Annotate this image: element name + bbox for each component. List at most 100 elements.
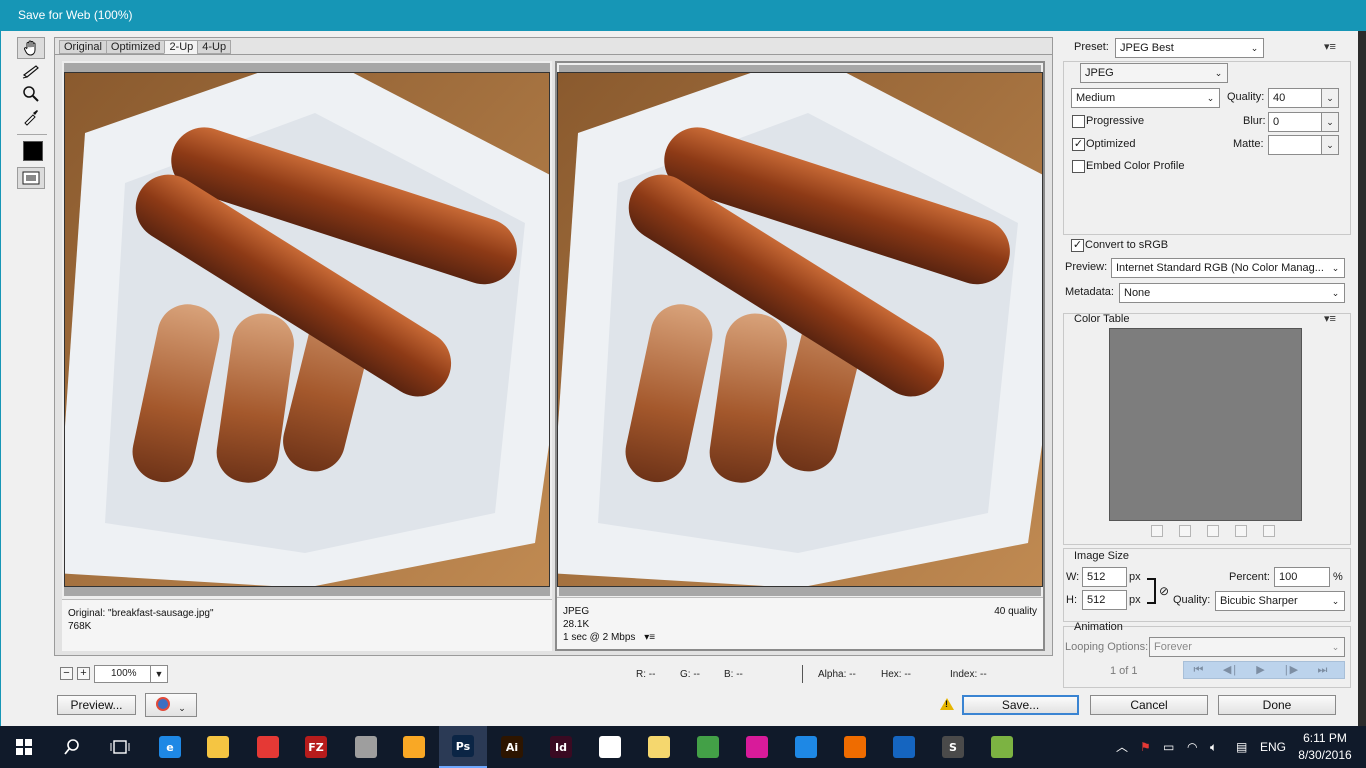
notification-icon[interactable]: ▤ [1236, 726, 1247, 768]
tray-chevron-icon[interactable]: ︿ [1116, 726, 1128, 768]
taskbar-item-edge[interactable]: e [146, 726, 194, 768]
taskbar-item-photo-viewer[interactable] [342, 726, 390, 768]
tab-4-up[interactable]: 4-Up [197, 40, 232, 54]
taskbar-item-trello[interactable] [782, 726, 830, 768]
quality-field[interactable]: 40 ⌄ [1268, 88, 1339, 108]
preview-button[interactable]: Preview... [57, 695, 136, 715]
web-shift-icon[interactable] [1179, 525, 1191, 537]
tab-optimized[interactable]: Optimized [105, 40, 166, 54]
resample-quality-value: Bicubic Sharper [1220, 595, 1298, 607]
color-table-menu-icon[interactable]: ▾≡ [1324, 312, 1336, 325]
toggle-slices-icon[interactable] [17, 167, 45, 189]
compression-select[interactable]: Medium ⌄ [1071, 88, 1220, 108]
blur-field[interactable]: 0 ⌄ [1268, 112, 1339, 132]
preview-profile-value: Internet Standard RGB (No Color Manag... [1116, 262, 1324, 274]
zoom-out-button[interactable]: − [60, 667, 73, 680]
done-button[interactable]: Done [1218, 695, 1336, 715]
first-frame-icon[interactable]: ⏮ [1184, 662, 1215, 678]
color-table[interactable] [1109, 328, 1302, 521]
new-color-icon[interactable] [1235, 525, 1247, 537]
upload-icon [697, 736, 719, 758]
cancel-button[interactable]: Cancel [1090, 695, 1208, 715]
clock[interactable]: 6:11 PM 8/30/2016 [1290, 730, 1360, 764]
taskbar-item-photoshop[interactable]: Ps [439, 726, 487, 768]
download-speed-menu-icon[interactable]: ▾≡ [644, 632, 655, 643]
zoom-in-button[interactable]: + [77, 667, 90, 680]
matte-field[interactable]: ⌄ [1268, 135, 1339, 155]
taskbar-item-start[interactable] [0, 726, 48, 768]
taskbar-item-file-explorer[interactable] [194, 726, 242, 768]
last-frame-icon[interactable]: ⏭ [1308, 662, 1339, 678]
taskbar-item-firefox[interactable] [831, 726, 879, 768]
original-info: Original: "breakfast-sausage.jpg" 768K [62, 599, 552, 651]
width-input[interactable]: 512 [1082, 567, 1127, 587]
chevron-down-icon[interactable]: ⌄ [1321, 89, 1338, 107]
acrobat-tray-icon[interactable]: ⚑ [1140, 726, 1151, 768]
map-color-transparent-icon[interactable] [1151, 525, 1163, 537]
taskbar-item-task-view[interactable] [96, 726, 144, 768]
zoom-level-select[interactable]: 100% ▼ [94, 665, 168, 683]
browser-preview-button[interactable]: ⌄ [145, 693, 197, 717]
wifi-icon[interactable]: ◠ [1187, 726, 1197, 768]
link-icon[interactable]: ⊘ [1159, 584, 1169, 598]
taskbar-item-paint[interactable] [390, 726, 438, 768]
taskbar-item-folder[interactable] [635, 726, 683, 768]
lock-icon[interactable] [1207, 525, 1219, 537]
taskbar-item-illustrator[interactable]: Ai [488, 726, 536, 768]
height-input[interactable]: 512 [1082, 590, 1127, 610]
taskbar-item-sticky-notes[interactable] [586, 726, 634, 768]
taskbar-item-app-pink[interactable] [733, 726, 781, 768]
next-frame-icon[interactable]: |▶ [1277, 662, 1308, 678]
taskbar-item-search[interactable] [48, 726, 96, 768]
taskbar-item-chrome[interactable] [244, 726, 292, 768]
save-button[interactable]: Save... [962, 695, 1079, 715]
width-unit: px [1129, 571, 1141, 583]
original-pane[interactable]: Original: "breakfast-sausage.jpg" 768K [62, 61, 552, 651]
volume-icon[interactable]: 🔈︎ [1210, 726, 1217, 768]
language-indicator[interactable]: ENG [1260, 726, 1286, 768]
zoom-bar: − + 100% ▼ R: -- G: -- B: -- Alpha: -- H… [56, 665, 1053, 685]
chevron-down-icon[interactable]: ⌄ [1321, 113, 1338, 131]
battery-icon[interactable]: ▭ [1163, 726, 1174, 768]
resample-quality-select[interactable]: Bicubic Sharper ⌄ [1215, 591, 1345, 611]
optimized-checkbox[interactable]: ✓ [1072, 138, 1085, 151]
optimized-info: JPEG 28.1K 1 sec @ 2 Mbps ▾≡ 40 quality [557, 597, 1043, 649]
eyedropper-color-swatch[interactable] [23, 141, 43, 161]
embed-profile-checkbox[interactable] [1072, 160, 1085, 173]
hand-tool-icon[interactable] [17, 37, 45, 59]
preset-select[interactable]: JPEG Best ⌄ [1115, 38, 1264, 58]
tab-2-up[interactable]: 2-Up [164, 40, 199, 54]
zoom-tool-icon[interactable] [17, 83, 45, 105]
taskbar-item-clover[interactable] [978, 726, 1026, 768]
blur-label: Blur: [1243, 115, 1266, 127]
progressive-checkbox[interactable] [1072, 115, 1085, 128]
eyedropper-tool-icon[interactable] [17, 106, 45, 128]
image-size-title: Image Size [1074, 550, 1130, 562]
prev-frame-icon[interactable]: ◀| [1215, 662, 1246, 678]
taskbar-item-indesign[interactable]: Id [537, 726, 585, 768]
tab-original[interactable]: Original [59, 40, 107, 54]
optimize-menu-icon[interactable]: ▾≡ [1324, 40, 1336, 53]
taskbar-item-upload[interactable] [684, 726, 732, 768]
preview-profile-select[interactable]: Internet Standard RGB (No Color Manag...… [1111, 258, 1345, 278]
looping-select[interactable]: Forever ⌄ [1149, 637, 1345, 657]
height-unit: px [1129, 594, 1141, 606]
readout-alpha: Alpha: -- [818, 669, 856, 680]
percent-unit: % [1333, 571, 1343, 583]
percent-input[interactable]: 100 [1274, 567, 1330, 587]
optimized-image[interactable] [557, 72, 1043, 587]
slice-select-tool-icon[interactable] [17, 60, 45, 82]
original-image[interactable] [64, 72, 550, 587]
taskbar-item-sublime[interactable]: S [929, 726, 977, 768]
window-edge [1358, 31, 1366, 726]
trash-icon[interactable] [1263, 525, 1275, 537]
metadata-select[interactable]: None ⌄ [1119, 283, 1345, 303]
play-icon[interactable]: ▶ [1246, 662, 1277, 678]
taskbar-item-filezilla[interactable]: FZ [292, 726, 340, 768]
convert-srgb-checkbox[interactable]: ✓ [1071, 239, 1084, 252]
format-select[interactable]: JPEG ⌄ [1080, 63, 1228, 83]
optimized-pane[interactable]: JPEG 28.1K 1 sec @ 2 Mbps ▾≡ 40 quality [555, 61, 1045, 651]
preview-label: Preview: [1065, 261, 1108, 273]
taskbar-item-thunderbird[interactable] [880, 726, 928, 768]
chevron-down-icon[interactable]: ⌄ [1321, 136, 1338, 154]
